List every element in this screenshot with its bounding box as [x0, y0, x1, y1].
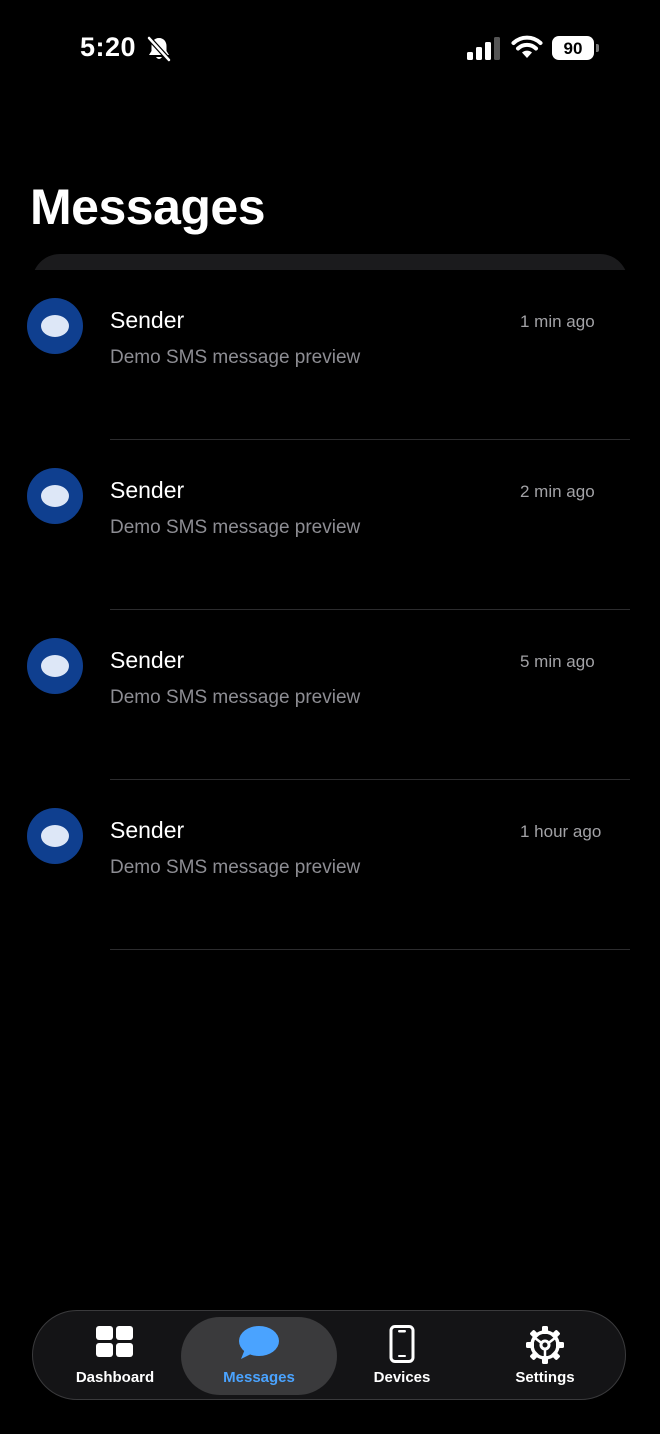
- avatar: [27, 638, 83, 694]
- status-bar: 5:20 90: [0, 0, 660, 96]
- battery-body: 90: [552, 36, 594, 60]
- message-sender: Sender: [110, 817, 185, 843]
- wifi-icon: [511, 35, 543, 58]
- message-time: 5 min ago: [520, 652, 595, 671]
- message-list: Sender 1 min ago Demo SMS message previe…: [0, 270, 660, 950]
- chat-bubble-icon: [239, 1326, 279, 1359]
- battery-nub: [596, 44, 599, 52]
- message-sender: Sender: [110, 477, 185, 503]
- chat-bubble-icon: [41, 655, 69, 677]
- row-divider: [110, 949, 630, 950]
- tab-messages[interactable]: Messages: [185, 1311, 333, 1401]
- message-time: 1 min ago: [520, 312, 595, 331]
- chat-bubble-icon: [41, 315, 69, 337]
- tab-label: Settings: [515, 1369, 575, 1386]
- message-row[interactable]: Sender 1 hour ago Demo SMS message previ…: [0, 780, 660, 950]
- message-row[interactable]: Sender 5 min ago Demo SMS message previe…: [0, 610, 660, 780]
- message-preview: Demo SMS message preview: [110, 857, 361, 878]
- avatar: [27, 808, 83, 864]
- message-row[interactable]: Sender 2 min ago Demo SMS message previe…: [0, 440, 660, 610]
- message-time: 1 hour ago: [520, 822, 602, 841]
- chat-bubble-icon: [41, 825, 69, 847]
- tab-label: Dashboard: [75, 1369, 155, 1386]
- message-row[interactable]: Sender 1 min ago Demo SMS message previe…: [0, 270, 660, 440]
- tab-bar: Dashboard Messages Devices Settings: [32, 1310, 626, 1400]
- tab-devices[interactable]: Devices: [333, 1311, 471, 1401]
- page-title: Messages: [30, 179, 266, 235]
- message-sender: Sender: [110, 307, 185, 333]
- chat-bubble-icon: [41, 485, 69, 507]
- avatar: [27, 298, 83, 354]
- message-sender: Sender: [110, 647, 185, 673]
- battery-icon: 90: [552, 36, 600, 60]
- message-preview: Demo SMS message preview: [110, 687, 361, 708]
- tab-label: Devices: [373, 1369, 431, 1386]
- cellular-signal-icon: [467, 37, 500, 60]
- tab-label: Messages: [223, 1369, 295, 1386]
- avatar: [27, 468, 83, 524]
- status-time: 5:20: [80, 32, 137, 62]
- dashboard-grid-icon: [96, 1326, 133, 1357]
- tab-dashboard[interactable]: Dashboard: [45, 1311, 185, 1401]
- bell-slash-icon: [147, 36, 171, 62]
- phone-device-icon: [389, 1325, 415, 1363]
- message-preview: Demo SMS message preview: [110, 517, 361, 538]
- gear-icon: [526, 1326, 564, 1364]
- message-time: 2 min ago: [520, 482, 595, 501]
- battery-level: 90: [563, 38, 583, 58]
- tab-settings[interactable]: Settings: [471, 1311, 619, 1401]
- message-preview: Demo SMS message preview: [110, 347, 361, 368]
